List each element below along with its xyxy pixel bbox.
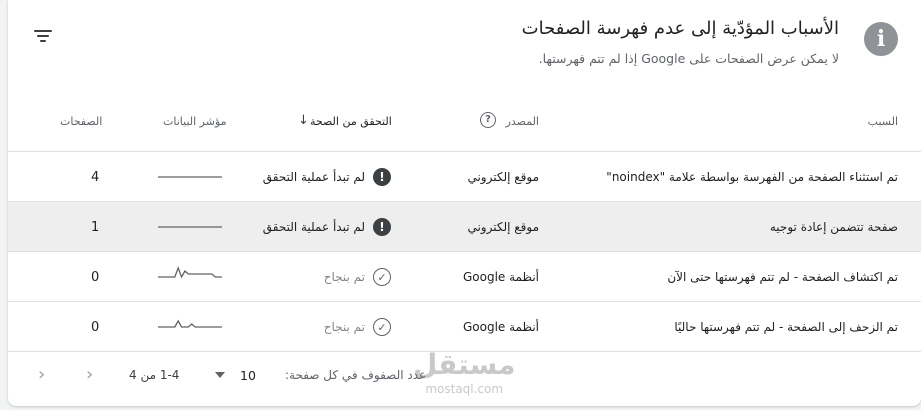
validation-cell: ! لم تبدأ عملية التحقق: [263, 202, 391, 252]
chevron-right-icon[interactable]: ‹: [86, 364, 93, 385]
table-row[interactable]: صفحة تتضمن إعادة توجيه موقع إلكتروني ! ل…: [8, 201, 921, 252]
warning-icon: !: [373, 168, 391, 186]
chevron-down-icon[interactable]: [215, 372, 225, 378]
warning-icon: !: [373, 218, 391, 236]
trend-sparkline: [158, 176, 222, 178]
pages-count: 0: [91, 269, 100, 285]
table-row[interactable]: تم اكتشاف الصفحة - لم تتم فهرستها حتى ال…: [8, 251, 921, 302]
sort-arrow-down-icon[interactable]: ↓: [298, 113, 309, 128]
trend-line: [158, 319, 222, 328]
pages-count: 4: [91, 169, 100, 185]
trend-sparkline: [158, 319, 222, 328]
pagination-range: 1-4 من 4: [129, 368, 180, 382]
validation-cell: ! لم تبدأ عملية التحقق: [263, 152, 391, 202]
validation-status: تم بنجاح: [323, 320, 365, 334]
rows-per-page-label: عدد الصفوف في كل صفحة:: [285, 368, 427, 382]
pages-count: 0: [91, 319, 100, 335]
trend-line: [158, 266, 222, 279]
watermark-url: mostaql.com: [425, 382, 504, 396]
watermark-logo: مستقل: [413, 348, 516, 381]
column-header-validation[interactable]: التحقق من الصحة: [310, 115, 392, 128]
table-row[interactable]: تم استثناء الصفحة من الفهرسة بواسطة علام…: [8, 151, 921, 202]
page-subtitle: لا يمكن عرض الصفحات على Google إذا لم تت…: [538, 51, 839, 66]
check-circle-icon: ✓: [373, 268, 391, 286]
trend-sparkline: [158, 226, 222, 228]
validation-cell: ✓ تم بنجاح: [324, 302, 391, 352]
info-icon[interactable]: i: [864, 22, 898, 56]
reason-cell: تم استثناء الصفحة من الفهرسة بواسطة علام…: [606, 170, 898, 184]
help-icon[interactable]: ?: [480, 112, 496, 128]
column-header-trend: مؤشر البيانات: [163, 115, 227, 128]
source-cell: أنظمة Google: [462, 270, 539, 284]
page-title: الأسباب المؤدّية إلى عدم فهرسة الصفحات: [521, 18, 839, 39]
filter-icon[interactable]: [34, 30, 54, 46]
source-cell: أنظمة Google: [462, 320, 539, 334]
validation-cell: ✓ تم بنجاح: [324, 252, 391, 302]
check-circle-icon: ✓: [373, 318, 391, 336]
column-header-reason[interactable]: السبب: [868, 115, 898, 128]
rows-per-page-select[interactable]: 10: [240, 368, 256, 383]
reason-cell: تم الزحف إلى الصفحة - لم تتم فهرستها حال…: [674, 320, 898, 334]
reason-cell: صفحة تتضمن إعادة توجيه: [769, 220, 898, 234]
column-header-source[interactable]: المصدر: [506, 115, 539, 128]
source-cell: موقع إلكتروني: [467, 220, 539, 234]
validation-status: تم بنجاح: [323, 270, 365, 284]
chevron-left-icon[interactable]: ‹: [38, 364, 45, 385]
reason-cell: تم اكتشاف الصفحة - لم تتم فهرستها حتى ال…: [667, 270, 898, 284]
watermark: مستقل mostaql.com: [413, 348, 515, 396]
report-card: i الأسباب المؤدّية إلى عدم فهرسة الصفحات…: [8, 0, 921, 406]
trend-sparkline: [158, 266, 222, 279]
pages-count: 1: [91, 219, 100, 235]
table-row[interactable]: تم الزحف إلى الصفحة - لم تتم فهرستها حال…: [8, 301, 921, 352]
source-cell: موقع إلكتروني: [467, 170, 539, 184]
validation-status: لم تبدأ عملية التحقق: [262, 220, 365, 234]
column-header-pages[interactable]: الصفحات: [60, 115, 102, 128]
validation-status: لم تبدأ عملية التحقق: [262, 170, 365, 184]
